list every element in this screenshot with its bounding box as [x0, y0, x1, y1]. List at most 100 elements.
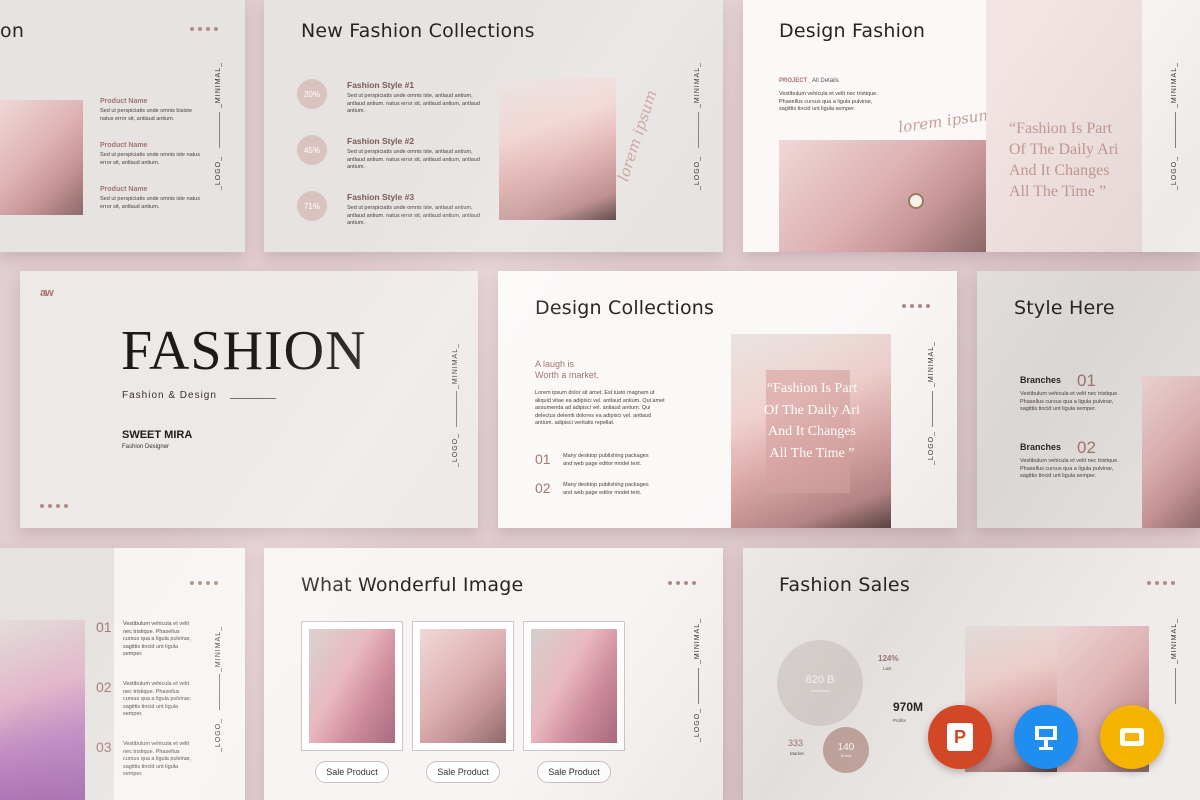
percent-value: 71%: [303, 201, 320, 211]
style-label: Fashion Style #1: [347, 80, 415, 90]
subtitle-rule: [230, 398, 276, 399]
project-heading: PROJECT_ All Details: [779, 78, 839, 84]
project-label: PROJECT_: [779, 78, 811, 84]
divider-line: [932, 391, 933, 427]
project-sub: All Details: [812, 78, 839, 84]
menu-dots-icon: [40, 504, 68, 508]
vertical-minimal-label: _MINIMAL_: [452, 343, 459, 389]
lead-text-1: A laugh is: [535, 359, 575, 369]
slides-glyph-icon: [1120, 728, 1144, 746]
vertical-logo-label: _LOGO_: [928, 431, 935, 466]
item-text: Many desktop publishing packages and web…: [563, 482, 649, 496]
script-lorem: lorem ipsum: [897, 105, 994, 137]
hand-photo: [779, 140, 986, 252]
slide-design-collections[interactable]: Design Collections A laugh is Worth a ma…: [498, 271, 957, 528]
growth-label: Last: [883, 666, 892, 671]
product-desc: Sed ut perspiciatis unde omnis iste natu…: [100, 196, 200, 210]
cover-title: FASHION: [121, 320, 367, 382]
vertical-logo-label: _LOGO_: [452, 433, 459, 468]
slide-title: Design Fashion: [779, 20, 926, 42]
style-desc: Sed ut perspiciatis unde omnis iste, ant…: [347, 93, 480, 114]
lead-text-2: Worth a market.: [535, 370, 599, 380]
model-photo: [420, 629, 506, 743]
slide-fashion-cover[interactable]: aw FASHION Fashion & Design SWEET MIRA F…: [20, 271, 478, 528]
product-desc: Sed ut perspiciatis unde omnis bisiste n…: [100, 108, 193, 122]
divider-line: [219, 674, 220, 710]
product-item: Product Name Sed ut perspiciatis unde om…: [100, 186, 200, 211]
model-photo: [531, 629, 617, 743]
slide-title-fragment: on: [0, 20, 25, 42]
slide-title: Style Here: [1014, 297, 1115, 319]
slide-style-here[interactable]: Style Here Branches 01 Vestibulum vehicu…: [977, 271, 1200, 528]
powerpoint-letter: P: [953, 726, 966, 747]
sale-product-button[interactable]: Sale Product: [537, 761, 611, 783]
vertical-logo-label: _LOGO_: [215, 718, 222, 753]
product-label: Product Name: [100, 98, 148, 105]
watch-icon: [908, 193, 924, 209]
slide-new-fashion-collections[interactable]: New Fashion Collections 20% Fashion Styl…: [264, 0, 723, 252]
powerpoint-icon[interactable]: P: [928, 705, 992, 769]
investment-value: 820 B: [805, 673, 835, 686]
brand-value: 140: [837, 742, 855, 753]
divider-line: [456, 391, 457, 427]
body-text: Lorem ipsum dolor sit amet. Est iusto ma…: [535, 390, 665, 426]
slide-title: What Wonderful Image: [301, 574, 524, 596]
percent-value: 45%: [303, 145, 320, 155]
menu-dots-icon: [190, 27, 218, 31]
designer-role: Fashion Designer: [122, 444, 170, 450]
product-label: Product Name: [100, 142, 148, 149]
market-value: 333: [788, 738, 804, 748]
growth-percent: 124%: [878, 654, 899, 663]
item-desc: Vestibulum vehicula et velit nec tristiq…: [123, 681, 191, 717]
item-number: 01: [535, 451, 551, 467]
item-desc: Vestibulum vehicula et velit nec tristiq…: [123, 621, 191, 657]
item-number: 02: [535, 480, 551, 496]
sale-product-button[interactable]: Sale Product: [315, 761, 389, 783]
cover-subtitle: Fashion & Design: [122, 390, 217, 401]
quote-text: “Fashion Is Part Of The Daily Ari And It…: [764, 381, 860, 461]
slide-product-list[interactable]: on Product Name Sed ut perspiciatis unde…: [0, 0, 245, 252]
slide-what-wonderful-image[interactable]: What Wonderful Image Sale Product Sale P…: [264, 548, 723, 800]
style-desc: Sed ut perspiciatis unde omnis iste, ant…: [347, 205, 480, 226]
script-lorem: lorem ipsum: [614, 87, 661, 184]
slide-title: Design Collections: [535, 297, 715, 319]
keynote-icon[interactable]: [1014, 705, 1078, 769]
slide-numbered-list[interactable]: 01 Vestibulum vehicula et velit nec tris…: [0, 548, 245, 800]
designer-name: SWEET MIRA: [122, 429, 193, 441]
style-item: Fashion Style #1 Sed ut perspiciatis und…: [347, 80, 487, 116]
branch-desc: Vestibulum vehicula et velit nec tristiq…: [1020, 391, 1119, 412]
percent-value: 20%: [303, 89, 320, 99]
brand-logo: aw: [40, 287, 54, 299]
image-frame: [301, 621, 403, 751]
model-photo: [309, 629, 395, 743]
branch-number: 02: [1077, 438, 1096, 457]
image-frame: [523, 621, 625, 751]
style-label: Fashion Style #2: [347, 136, 415, 146]
google-slides-icon[interactable]: [1100, 705, 1164, 769]
divider-line: [698, 112, 699, 148]
style-label: Fashion Style #3: [347, 192, 415, 202]
investment-circle: 820 B Investment: [777, 640, 863, 726]
product-item: Product Name Sed ut perspiciatis unde om…: [100, 98, 200, 123]
profits-value: 970M: [893, 700, 924, 714]
podium-icon: [1035, 726, 1057, 750]
divider-line: [1175, 668, 1176, 704]
menu-dots-icon: [1147, 581, 1175, 585]
item-text: Many desktop publishing packages and web…: [563, 453, 649, 467]
slide-design-fashion[interactable]: Design Fashion PROJECT_ All Details Vest…: [743, 0, 1200, 252]
menu-dots-icon: [668, 581, 696, 585]
slide-title: New Fashion Collections: [301, 20, 535, 42]
style-item: Fashion Style #2 Sed ut perspiciatis und…: [347, 136, 487, 172]
item-number: 03: [96, 739, 112, 755]
vertical-minimal-label: _MINIMAL_: [1171, 618, 1178, 664]
product-item: Product Name Sed ut perspiciatis unde om…: [100, 142, 200, 167]
vertical-logo-label: _LOGO_: [1171, 156, 1178, 191]
vertical-minimal-label: _MINIMAL_: [215, 62, 222, 108]
profits-label: Profits: [893, 718, 906, 723]
model-photo: [1142, 376, 1200, 528]
item-desc: Vestibulum vehicula et velit nec tristiq…: [123, 741, 191, 777]
vertical-minimal-label: _MINIMAL_: [694, 618, 701, 664]
sale-product-button[interactable]: Sale Product: [426, 761, 500, 783]
menu-dots-icon: [190, 581, 218, 585]
vertical-logo-label: _LOGO_: [215, 156, 222, 191]
